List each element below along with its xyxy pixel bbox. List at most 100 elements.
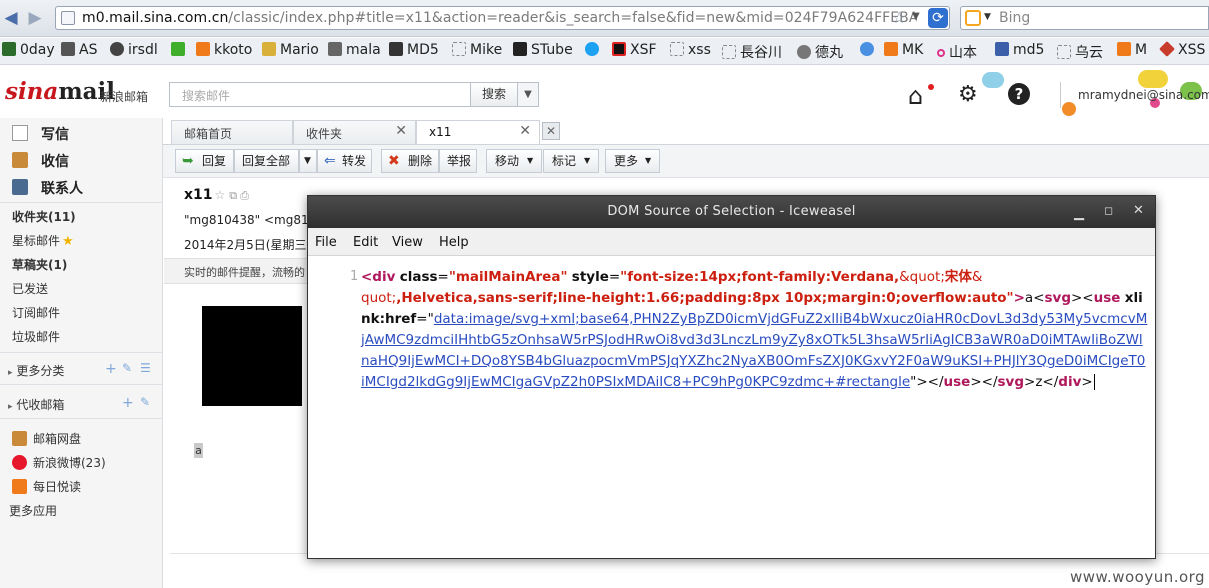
svg-black-rectangle[interactable] [202,306,302,406]
engine-dropdown-icon[interactable]: ▼ [984,12,991,22]
mail-search-input[interactable]: 搜索邮件 [169,82,471,107]
reload-icon[interactable]: ⟳ [928,8,948,28]
app-item-daily-reading[interactable]: 每日悦读 [12,478,81,495]
star-bookmark-icon[interactable]: ☆ [892,8,906,27]
search-options-dropdown-icon[interactable]: ▼ [517,82,539,107]
bookmark-item[interactable]: MD5 [389,42,439,58]
edit-icon[interactable]: ✎ [122,361,132,375]
sidebar-group-more-categories[interactable]: ▸ 更多分类 [8,362,64,379]
sidebar-item-subscriptions[interactable]: 订阅邮件 [12,304,60,321]
bookmark-item[interactable]: STube [513,42,573,58]
star-outline-icon[interactable]: ☆ [215,188,226,202]
forward-button[interactable]: ⇐ 转发 [317,149,372,173]
decorative-flower-icon [1138,70,1168,88]
add-icon[interactable]: + [105,361,117,377]
bookmark-item[interactable]: mala [328,42,381,58]
list-icon[interactable]: ☰ [140,361,151,375]
app-item-netdisk[interactable]: 邮箱网盘 [12,430,81,447]
edit-icon[interactable]: ✎ [140,395,150,409]
bookmark-item[interactable]: M [1117,42,1147,58]
menu-edit[interactable]: Edit [353,235,378,250]
bookmark-item[interactable]: Mario [262,42,319,58]
sidebar-item-compose[interactable]: 写信 [0,120,162,147]
sidebar-item-inbox[interactable]: 收件夹(11) [12,208,76,225]
close-icon[interactable]: ✕ [1133,203,1144,218]
sidebar-item-inbox-check[interactable]: 收信 [0,147,162,174]
mark-button[interactable]: 标记 ▼ [543,149,599,173]
bookmark-item[interactable]: MK [884,42,923,58]
bookmark-item[interactable]: 0day [2,42,55,58]
sidebar-group-external-mail[interactable]: ▸ 代收邮箱 [8,396,64,413]
maximize-icon[interactable]: ◻ [1104,204,1113,217]
back-arrow-icon[interactable]: ◀ [0,8,22,28]
close-icon[interactable]: ✕ [519,123,531,139]
bookmark-item[interactable]: 德丸 [797,42,843,62]
bookmark-item[interactable] [585,42,603,58]
menu-view[interactable]: View [392,235,423,250]
report-button[interactable]: 举报 [439,149,477,173]
bookmark-item[interactable]: XSF [612,42,657,58]
close-icon[interactable]: ✕ [395,123,407,139]
more-button[interactable]: 更多 ▼ [605,149,660,173]
menu-file[interactable]: File [315,235,337,250]
mail-search-button[interactable]: 搜索 [470,82,518,107]
bing-engine-icon[interactable] [965,10,981,26]
user-email[interactable]: mramydnei@sina.com [1078,88,1209,102]
message-sender[interactable]: "mg810438" <mg810 [184,213,316,227]
sidebar-item-label: 收信 [41,154,69,170]
help-icon[interactable]: ? [1008,83,1030,105]
message-toolbar: ➥ 回复 回复全部 ▼ ⇐ 转发 ✖ 删除 举报 移动 ▼ 标记 ▼ 更多 ▼ [163,144,1209,178]
bookmark-item[interactable]: irsdl [110,42,158,58]
tab-message-x11[interactable]: x11 ✕ [416,120,540,144]
more-apps-link[interactable]: 更多应用 [9,502,57,519]
bookmark-item[interactable]: AS [61,42,97,58]
bookmark-item[interactable]: 乌云 [1057,42,1103,62]
href-link[interactable]: data:image/svg+xml;base64,PHN2ZyBpZD0icm… [361,311,1147,390]
sidebar-item-contacts[interactable]: 联系人 [0,174,162,201]
bookmark-item[interactable] [171,42,189,58]
tab-mail-home[interactable]: 邮箱首页 [171,120,293,144]
print-icon[interactable]: ⎙ [240,189,249,202]
home-icon[interactable]: ⌂ [908,82,934,110]
source-view[interactable]: 1 <div class="mailMainArea" style="font-… [308,257,1155,558]
minimize-icon[interactable]: ▁ [1074,206,1084,221]
app-item-weibo[interactable]: 新浪微博(23) [12,454,106,471]
bookmark-item[interactable]: XSS [1159,41,1205,58]
bookmark-favicon-icon [452,42,466,56]
tab-label: x11 [429,125,452,139]
move-button[interactable]: 移动 ▼ [486,149,542,173]
bookmark-item[interactable]: Mike [452,42,502,58]
bookmark-item[interactable]: md5 [995,42,1044,58]
bookmark-item[interactable]: 山本 [937,42,977,62]
bookmark-item[interactable]: 長谷川 [722,42,782,62]
bookmark-favicon-icon [110,42,124,56]
sina-mail-logo[interactable]: sinamail [5,78,115,105]
delete-button[interactable]: ✖ 删除 [381,149,439,173]
source-code[interactable]: <div class="mailMainArea" style="font-si… [361,267,1148,393]
reply-all-button[interactable]: 回复全部 [234,149,299,173]
sidebar-item-spam[interactable]: 垃圾邮件 [12,328,60,345]
bookmark-item[interactable]: kkoto [196,42,252,58]
forward-arrow-icon[interactable]: ▶ [24,8,46,28]
bookmark-item[interactable] [860,42,878,58]
close-all-tabs-icon[interactable]: ✕ [542,122,560,140]
add-icon[interactable]: + [122,395,134,411]
reply-button[interactable]: ➥ 回复 [175,149,234,173]
code-token: use [943,374,971,390]
browser-search-box[interactable]: ▼ Bing [960,6,1209,30]
dropdown-arrow-icon[interactable]: ▼ [912,11,920,22]
bookmark-item[interactable]: xss [670,42,711,58]
gear-icon[interactable]: ⚙ [958,82,978,107]
site-identity-icon[interactable] [61,11,75,25]
sidebar-item-drafts[interactable]: 草稿夹(1) [12,256,67,273]
sidebar-item-starred[interactable]: 星标邮件 ★ [12,232,74,249]
url-bar[interactable]: m0.mail.sina.com.cn/classic/index.php#ti… [55,6,950,30]
notice-bar: 实时的邮件提醒，流畅的 [164,258,314,284]
button-label: 回复 [202,154,227,168]
sidebar-item-sent[interactable]: 已发送 [12,280,48,297]
menu-help[interactable]: Help [439,235,469,250]
popout-icon[interactable]: ⧉ [229,189,237,202]
reply-all-dropdown[interactable]: ▼ [299,149,317,173]
window-titlebar[interactable]: DOM Source of Selection - Iceweasel ▁ ◻ … [308,196,1155,228]
tab-inbox[interactable]: 收件夹 ✕ [293,120,416,144]
